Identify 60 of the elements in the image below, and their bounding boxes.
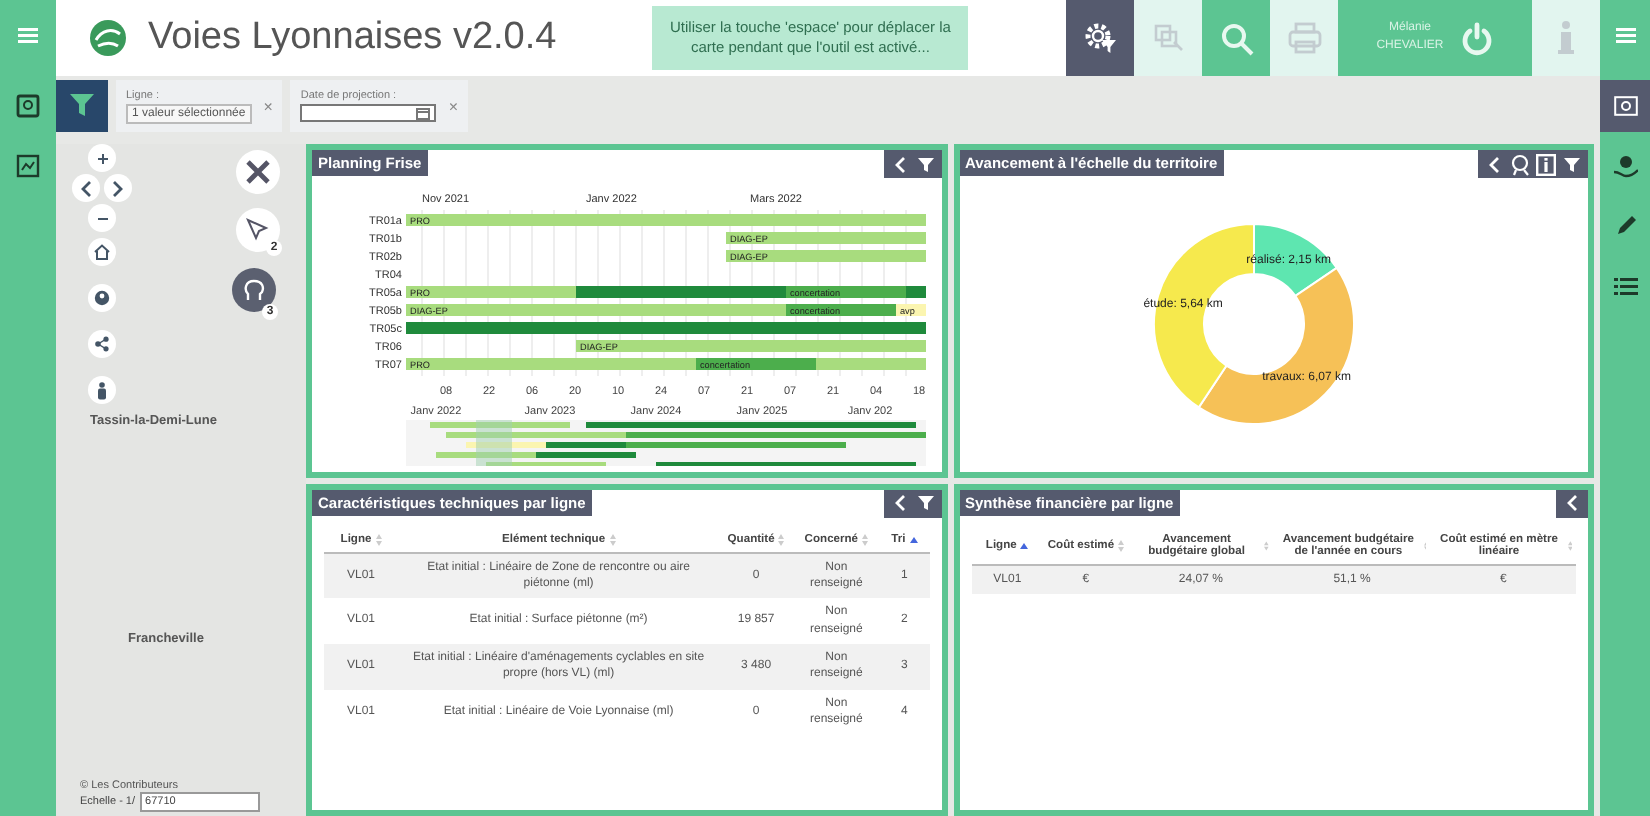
- sort-icon: [778, 533, 785, 545]
- printer-icon: [1287, 22, 1321, 54]
- filter-button[interactable]: [56, 80, 108, 132]
- menu-icon: [1615, 26, 1635, 46]
- zoom-in-button[interactable]: [88, 144, 116, 172]
- sort-icon: [609, 533, 616, 545]
- share-icon: [94, 336, 110, 352]
- share-button[interactable]: [88, 330, 116, 358]
- menu-icon: [18, 26, 38, 46]
- person-icon: [96, 381, 108, 399]
- search-icon: [1219, 21, 1253, 55]
- pan-right-button[interactable]: [104, 174, 132, 202]
- layers-icon: [1152, 22, 1184, 54]
- map-book-button[interactable]: [1600, 80, 1650, 132]
- chevron-left-icon: [80, 179, 92, 197]
- sort-icon: [1264, 539, 1270, 551]
- funnel-icon: [70, 94, 94, 118]
- plus-icon: [97, 153, 107, 163]
- pencil-icon: [1613, 214, 1637, 238]
- calendar-icon: [416, 107, 431, 119]
- minus-icon: [97, 217, 107, 219]
- chevron-left-icon: [893, 155, 905, 173]
- chevron-left-icon: [893, 494, 905, 512]
- app-title: Voies Lyonnaises v2.0.4: [148, 16, 557, 60]
- chevron-left-icon: [1488, 155, 1500, 173]
- date-field[interactable]: [300, 104, 437, 122]
- sort-icon: [1567, 539, 1572, 551]
- street-view-button[interactable]: [88, 376, 116, 404]
- home-button[interactable]: [88, 238, 116, 266]
- gear-icon: [1082, 20, 1118, 56]
- info-icon: [1558, 20, 1574, 56]
- funnel-icon: [917, 496, 933, 510]
- list-icon: [1613, 276, 1637, 296]
- settings-button[interactable]: [1066, 0, 1134, 76]
- sort-icon: [862, 533, 869, 545]
- sort-icon: [1118, 539, 1125, 551]
- legend-icon: [1509, 153, 1531, 175]
- house-icon: [94, 244, 110, 260]
- funnel-icon: [917, 157, 933, 171]
- legend-button[interactable]: [1508, 150, 1532, 178]
- chevron-left-icon: [1566, 494, 1578, 512]
- zoom-out-button[interactable]: [88, 204, 116, 232]
- select-tool-button[interactable]: [236, 208, 280, 252]
- locate-button[interactable]: [88, 284, 116, 312]
- chart-icon: [16, 154, 40, 178]
- funnel-icon: [1564, 157, 1580, 171]
- sort-ascending-icon: [1020, 541, 1029, 549]
- info-button[interactable]: [1534, 150, 1558, 178]
- pan-left-button[interactable]: [72, 174, 100, 202]
- measure-tool-button[interactable]: [236, 150, 280, 194]
- book-icon: [1613, 96, 1637, 116]
- sort-icon: [375, 533, 382, 545]
- book-icon: [16, 94, 40, 118]
- power-icon: [1459, 21, 1494, 55]
- query-tool-button[interactable]: [232, 268, 276, 312]
- chevron-right-icon: [112, 179, 124, 197]
- person-circle-icon: [94, 290, 110, 306]
- info-box-icon: [1536, 153, 1556, 175]
- sort-ascending-icon: [909, 535, 918, 543]
- logo-icon: [88, 18, 128, 58]
